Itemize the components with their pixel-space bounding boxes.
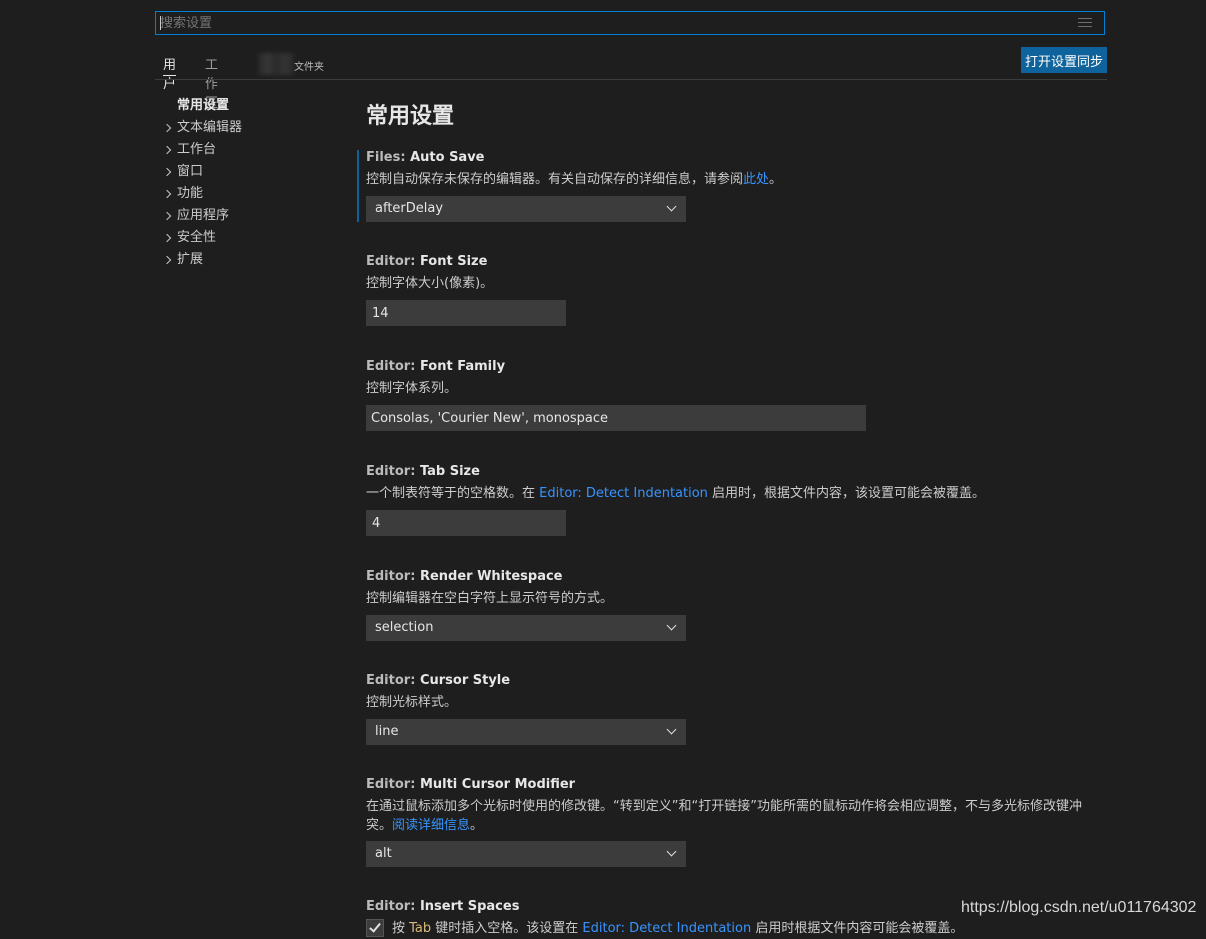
text-caret (160, 16, 161, 30)
setting-editor-render-whitespace: Editor: Render Whitespace 控制编辑器在空白字符上显示符… (366, 568, 686, 641)
toc-item-text-editor[interactable]: 文本编辑器 (160, 118, 330, 140)
font-family-input[interactable] (366, 405, 866, 431)
setting-description: 控制光标样式。 (366, 695, 458, 710)
setting-description: 控制自动保存未保存的编辑器。有关自动保存的详细信息，请参阅此处。 (366, 172, 783, 187)
setting-label: Editor: Cursor Style (366, 673, 511, 688)
setting-label: Editor: Multi Cursor Modifier (366, 777, 576, 792)
toc-item-label: 文本编辑器 (177, 120, 243, 135)
chevron-right-icon (162, 255, 172, 265)
chevron-down-icon (666, 201, 677, 212)
tabs-divider (155, 79, 1107, 80)
toc-item-label: 安全性 (177, 230, 217, 245)
setting-label: Files: Auto Save (366, 150, 485, 165)
chevron-right-icon (162, 123, 172, 133)
settings-toc: 常用设置 文本编辑器 工作台 窗口 功能 应用程序 安全性 扩展 (160, 96, 330, 272)
setting-description: 控制字体大小(像素)。 (366, 276, 494, 291)
chevron-right-icon (162, 211, 172, 221)
toc-item-extensions[interactable]: 扩展 (160, 250, 330, 272)
setting-editor-font-family: Editor: Font Family 控制字体系列。 (366, 358, 866, 431)
setting-label: Editor: Font Size (366, 254, 488, 269)
setting-editor-multi-cursor-modifier: Editor: Multi Cursor Modifier 在通过鼠标添加多个光… (366, 776, 1096, 867)
chevron-down-icon (666, 724, 677, 735)
toc-item-label: 窗口 (177, 164, 204, 179)
watermark: https://blog.csdn.net/u011764302 (961, 899, 1197, 916)
setting-editor-tab-size: Editor: Tab Size 一个制表符等于的空格数。在 Editor: D… (366, 463, 986, 536)
tab-user[interactable]: 用户 (163, 48, 177, 92)
setting-description: 控制字体系列。 (366, 381, 458, 396)
page-title: 常用设置 (366, 104, 455, 129)
setting-label: Editor: Tab Size (366, 464, 480, 479)
toc-item-label: 功能 (177, 186, 204, 201)
auto-save-details-link[interactable]: 此处 (743, 172, 769, 187)
insert-spaces-checkbox[interactable] (366, 919, 384, 937)
tab-user-label: 用户 (163, 58, 177, 92)
setting-description: 一个制表符等于的空格数。在 Editor: Detect Indentation… (366, 486, 986, 501)
search-input[interactable] (160, 14, 1060, 32)
toc-item-features[interactable]: 功能 (160, 184, 330, 206)
toc-item-window[interactable]: 窗口 (160, 162, 330, 184)
setting-editor-font-size: Editor: Font Size 控制字体大小(像素)。 (366, 253, 566, 326)
toc-item-commonly-used[interactable]: 常用设置 (160, 96, 330, 118)
multi-cursor-modifier-select[interactable]: alt (366, 841, 686, 867)
toc-item-label: 扩展 (177, 252, 204, 267)
chevron-right-icon (162, 145, 172, 155)
tab-workspace[interactable]: 工作区 (205, 48, 218, 111)
setting-files-auto-save: Files: Auto Save 控制自动保存未保存的编辑器。有关自动保存的详细… (366, 149, 783, 222)
font-size-input[interactable] (366, 300, 566, 326)
filter-icon[interactable] (1078, 18, 1092, 28)
setting-description: 按 Tab 键时插入空格。该设置在 Editor: Detect Indenta… (392, 921, 964, 936)
toc-item-workbench[interactable]: 工作台 (160, 140, 330, 162)
render-whitespace-select[interactable]: selection (366, 615, 686, 641)
chevron-down-icon (666, 620, 677, 631)
modified-indicator (357, 150, 359, 222)
toc-item-application[interactable]: 应用程序 (160, 206, 330, 228)
setting-description: 在通过鼠标添加多个光标时使用的修改键。“转到定义”和“打开链接”功能所需的鼠标动… (366, 799, 1082, 833)
chevron-right-icon (162, 167, 172, 177)
setting-editor-cursor-style: Editor: Cursor Style 控制光标样式。 line (366, 672, 686, 745)
cursor-style-select[interactable]: line (366, 719, 686, 745)
toc-item-label: 应用程序 (177, 208, 230, 223)
read-more-link[interactable]: 阅读详细信息 (392, 818, 470, 833)
setting-description: 控制编辑器在空白字符上显示符号的方式。 (366, 591, 614, 606)
toc-item-label: 工作台 (177, 142, 217, 157)
tab-folder[interactable]: 文件夹 (294, 58, 324, 73)
tab-size-input[interactable] (366, 510, 566, 536)
open-settings-sync-button[interactable]: 打开设置同步 (1021, 47, 1107, 73)
setting-label: Editor: Font Family (366, 359, 506, 374)
setting-label: Editor: Render Whitespace (366, 569, 563, 584)
auto-save-select[interactable]: afterDelay (366, 196, 686, 222)
chevron-down-icon (666, 846, 677, 857)
detect-indentation-link[interactable]: Editor: Detect Indentation (582, 921, 751, 936)
blurred-folder-name (258, 53, 294, 75)
detect-indentation-link[interactable]: Editor: Detect Indentation (539, 486, 708, 501)
chevron-right-icon (162, 189, 172, 199)
toc-item-security[interactable]: 安全性 (160, 228, 330, 250)
chevron-right-icon (162, 233, 172, 243)
search-box[interactable] (155, 11, 1105, 35)
